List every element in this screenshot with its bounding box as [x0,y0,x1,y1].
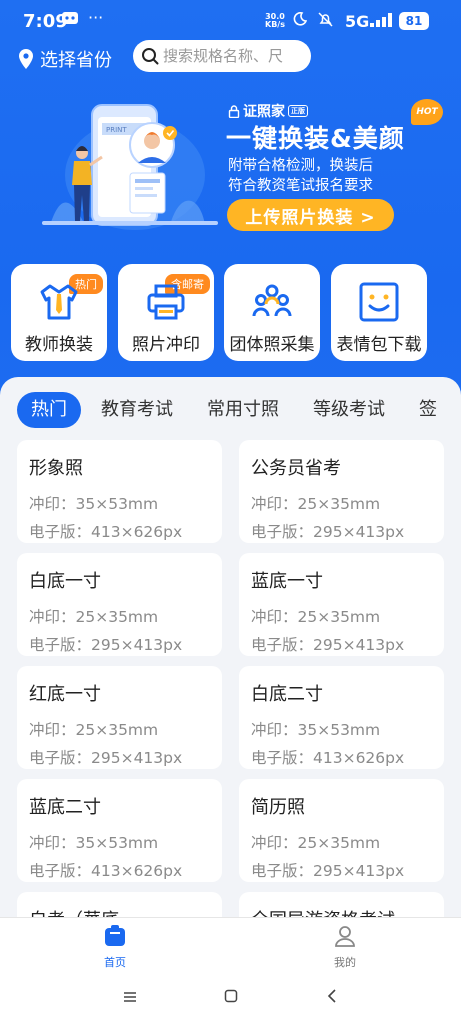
location-pin-icon [19,49,33,69]
smiley-icon [359,282,399,322]
spec-card[interactable]: 全国导游资格考试 [239,892,444,917]
spec-title: 自考（華底 [29,906,119,917]
spec-title: 公务员省考 [251,458,341,479]
service-label: 团体照采集 [229,335,315,355]
spec-title: 红底一寸 [29,684,101,705]
tab-common-size[interactable]: 常用寸照 [193,392,293,428]
mute-bell-icon [318,12,333,31]
spec-digital-size: 电子版：295×413px [29,749,183,767]
spec-print-size: 冲印：25×35mm [251,495,381,513]
spec-panel: 热门 教育考试 常用寸照 等级考试签 形象照 冲印：35×53mm 电子版：413×6… [0,377,461,917]
network-type: 5G [345,12,370,31]
search-input[interactable] [163,47,303,65]
spec-card[interactable]: 自考（華底 [17,892,222,917]
user-icon [335,926,355,947]
banner-illustration[interactable]: PRINT [40,95,220,235]
tab-education-exam[interactable]: 教育考试 [87,392,187,428]
location-label: 选择省份 [40,50,112,71]
lock-icon [228,104,240,118]
home-bag-icon [105,925,125,946]
signal-icon [370,13,392,31]
printer-icon [147,284,185,320]
spec-card[interactable]: 公务员省考 冲印：25×35mm 电子版：295×413px [239,440,444,543]
spec-print-size: 冲印：35×53mm [29,834,159,852]
menu-icon[interactable] [118,986,142,1010]
spec-title: 白底一寸 [29,571,101,592]
system-nav-bar [0,972,461,1024]
spec-title: 蓝底一寸 [251,571,323,592]
spec-title: 蓝底二寸 [29,797,101,818]
spec-print-size: 冲印：25×35mm [29,721,159,739]
spec-card[interactable]: 白底二寸 冲印：35×53mm 电子版：413×626px [239,666,444,769]
spec-title: 形象照 [29,458,83,479]
banner-title: 一键换装&美颜 [226,124,405,153]
spec-card[interactable]: 白底一寸 冲印：25×35mm 电子版：295×413px [17,553,222,656]
moon-icon [293,12,308,30]
category-tabs: 热门 教育考试 常用寸照 等级考试签 [17,392,461,428]
nav-home-label: 首页 [104,956,126,969]
spec-digital-size: 电子版：295×413px [29,636,183,654]
spec-card[interactable]: 红底一寸 冲印：25×35mm 电子版：295×413px [17,666,222,769]
group-icon [252,284,292,317]
spec-digital-size: 电子版：295×413px [251,636,405,654]
brand-logo: 证照家 正版 [228,101,308,121]
banner-subtitle-2: 符合教资笔试报名要求 [228,178,373,194]
spec-title: 全国导游资格考试 [251,906,395,917]
service-label: 教师换装 [25,335,93,355]
upload-photo-button[interactable]: 上传照片换装 > [227,199,394,231]
spec-title: 简历照 [251,797,305,818]
status-bar: 7:09 ··· 30.0 KB/s 5G 81 [0,0,461,40]
spec-digital-size: 电子版：295×413px [251,523,405,541]
home-square-icon[interactable] [219,986,243,1010]
search-bar[interactable] [133,40,311,72]
spec-print-size: 冲印：35×53mm [251,721,381,739]
spec-digital-size: 电子版：413×626px [251,749,405,767]
spec-title: 白底二寸 [251,684,323,705]
back-icon[interactable] [320,986,344,1010]
spec-card[interactable]: 蓝底二寸 冲印：35×53mm 电子版：413×626px [17,779,222,882]
game-controller-icon [62,12,78,28]
tab-level-exam[interactable]: 等级考试 [299,392,399,428]
service-sticker-download[interactable]: 表情包下载 [331,264,427,361]
spec-print-size: 冲印：35×53mm [29,495,159,513]
spec-print-size: 冲印：25×35mm [251,608,381,626]
print-label: PRINT [106,126,127,134]
spec-digital-size: 电子版：413×626px [29,862,183,880]
spec-card[interactable]: 简历照 冲印：25×35mm 电子版：295×413px [239,779,444,882]
tab-hot[interactable]: 热门 [17,392,81,428]
spec-card[interactable]: 形象照 冲印：35×53mm 电子版：413×626px [17,440,222,543]
nav-home[interactable]: 首页 [85,924,145,970]
search-icon [142,48,159,65]
network-speed: 30.0 KB/s [265,12,285,29]
brand-name: 证照家 [243,104,285,120]
bottom-nav: 首页 我的 [0,917,461,972]
location-selector[interactable]: 选择省份 [18,46,112,72]
battery-indicator: 81 [399,12,429,30]
spec-print-size: 冲印：25×35mm [251,834,381,852]
nav-mine-label: 我的 [334,956,356,969]
shirt-icon [40,284,78,320]
spec-digital-size: 电子版：413×626px [29,523,183,541]
service-group-photo[interactable]: 团体照采集 [224,264,320,361]
service-photo-print[interactable]: 含邮寄 照片冲印 [118,264,214,361]
nav-mine[interactable]: 我的 [315,924,375,970]
spec-card[interactable]: 蓝底一寸 冲印：25×35mm 电子版：295×413px [239,553,444,656]
spec-print-size: 冲印：25×35mm [29,608,159,626]
brand-tag: 正版 [288,105,308,117]
tab-visa[interactable]: 签 [405,392,451,428]
spec-digital-size: 电子版：295×413px [251,862,405,880]
banner-subtitle-1: 附带合格检测，换装后 [228,158,373,174]
service-label: 表情包下载 [336,335,422,355]
service-label: 照片冲印 [132,335,200,355]
hot-badge: HOT [411,99,443,125]
service-teacher-outfit[interactable]: 热门 教师换装 [11,264,107,361]
more-dots-icon: ··· [88,8,104,27]
